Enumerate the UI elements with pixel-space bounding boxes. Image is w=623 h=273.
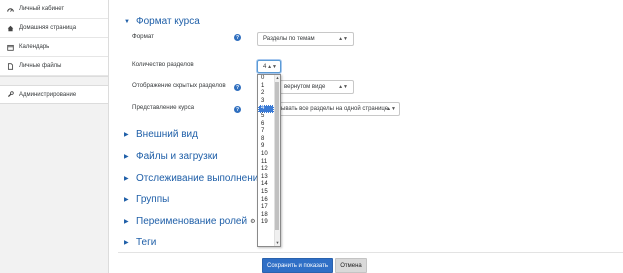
section-course-format[interactable]: ▼ Формат курса (124, 16, 200, 27)
save-and-display-button[interactable]: Сохранить и показать (262, 258, 333, 273)
sidebar-item-label: Администрирование (19, 91, 77, 98)
section-title: Формат курса (136, 16, 200, 27)
format-select-value: Разделы по темам (263, 36, 315, 42)
hidden-sections-value: вернутом виде (284, 84, 326, 90)
sidebar-item-calendar[interactable]: Календарь (0, 38, 108, 57)
section-completion[interactable]: ▶ Отслеживание выполнения (124, 173, 264, 184)
section-title: Теги (136, 237, 157, 248)
section-title: Группы (136, 194, 170, 205)
course-layout-value: ывать все разделы на одной странице (281, 106, 389, 112)
calendar-icon (7, 44, 14, 51)
section-title: Отслеживание выполнения (136, 173, 264, 184)
scroll-up-icon[interactable]: ▲ (275, 75, 280, 81)
home-icon (7, 25, 14, 32)
section-tags[interactable]: ▶ Теги (124, 237, 156, 248)
section-groups[interactable]: ▶ Группы (124, 194, 169, 205)
chevron-right-icon: ▶ (124, 154, 129, 160)
dashboard-icon (7, 6, 14, 13)
select-arrows-icon: ▲▼ (386, 106, 396, 112)
section-roles[interactable]: ▶ Переименование ролей ⚙ (124, 216, 255, 227)
sections-count-value: 4 (263, 63, 267, 70)
chevron-down-icon: ▼ (124, 18, 130, 25)
wrench-icon (7, 91, 14, 98)
section-title: Переименование ролей (136, 216, 248, 227)
section-title: Внешний вид (136, 129, 198, 140)
sections-count-label: Количество разделов (132, 61, 194, 68)
sections-count-listbox[interactable]: 0 1 2 3 4 5 6 7 8 9 10 11 12 13 14 15 16 17 18 19 ▲ ▼ (257, 74, 281, 247)
edit-icon: ⚙ (250, 219, 256, 225)
course-layout-label: Представление курса (132, 104, 195, 111)
listbox-scrollbar[interactable]: ▲ ▼ (274, 75, 280, 246)
select-arrows-icon: ▲▼ (267, 63, 277, 70)
dropdown-option[interactable]: 4 (258, 105, 274, 113)
sidebar-item-label: Личные файлы (19, 63, 62, 69)
format-label: Формат (132, 33, 154, 40)
sidebar-item-dashboard[interactable]: Личный кабинет (0, 0, 108, 19)
scrollbar-thumb[interactable] (275, 82, 279, 230)
select-arrows-icon: ▲▼ (338, 84, 348, 90)
cancel-button[interactable]: Отмена (335, 258, 367, 273)
main-content: ▼ Формат курса Формат ? Разделы по темам… (118, 0, 623, 273)
chevron-right-icon: ▶ (124, 176, 129, 182)
sidebar-item-files[interactable]: Личные файлы (0, 57, 108, 76)
course-layout-select[interactable]: ывать все разделы на одной странице ▲▼ (278, 102, 400, 116)
sidebar-item-label: Личный кабинет (19, 6, 65, 12)
chevron-right-icon: ▶ (124, 197, 129, 203)
section-files[interactable]: ▶ Файлы и загрузки (124, 151, 218, 162)
format-select[interactable]: Разделы по темам ▲▼ (257, 32, 354, 46)
help-icon[interactable]: ? (234, 34, 241, 41)
help-icon[interactable]: ? (234, 84, 241, 91)
nav-group-main: Личный кабинет Домашняя страница Календа… (0, 0, 108, 77)
sidebar-item-home[interactable]: Домашняя страница (0, 19, 108, 38)
sections-count-select[interactable]: 4 ▲▼ (257, 60, 281, 73)
chevron-right-icon: ▶ (124, 132, 129, 138)
chevron-right-icon: ▶ (124, 219, 129, 225)
sidebar-item-admin[interactable]: Администрирование (0, 85, 108, 104)
help-icon[interactable]: ? (234, 106, 241, 113)
form-divider (118, 252, 623, 253)
section-appearance[interactable]: ▶ Внешний вид (124, 129, 198, 140)
sidebar-item-label: Домашняя страница (19, 25, 77, 31)
scroll-down-icon[interactable]: ▼ (275, 240, 280, 246)
chevron-right-icon: ▶ (124, 240, 129, 246)
hidden-sections-label: Отображение скрытых разделов (132, 82, 226, 89)
section-title: Файлы и загрузки (136, 151, 218, 162)
select-arrows-icon: ▲▼ (338, 36, 348, 42)
file-icon (7, 62, 14, 70)
sidebar-item-label: Календарь (19, 44, 50, 50)
nav-drawer: Личный кабинет Домашняя страница Календа… (0, 0, 109, 273)
hidden-sections-select[interactable]: вернутом виде ▲▼ (278, 80, 354, 94)
